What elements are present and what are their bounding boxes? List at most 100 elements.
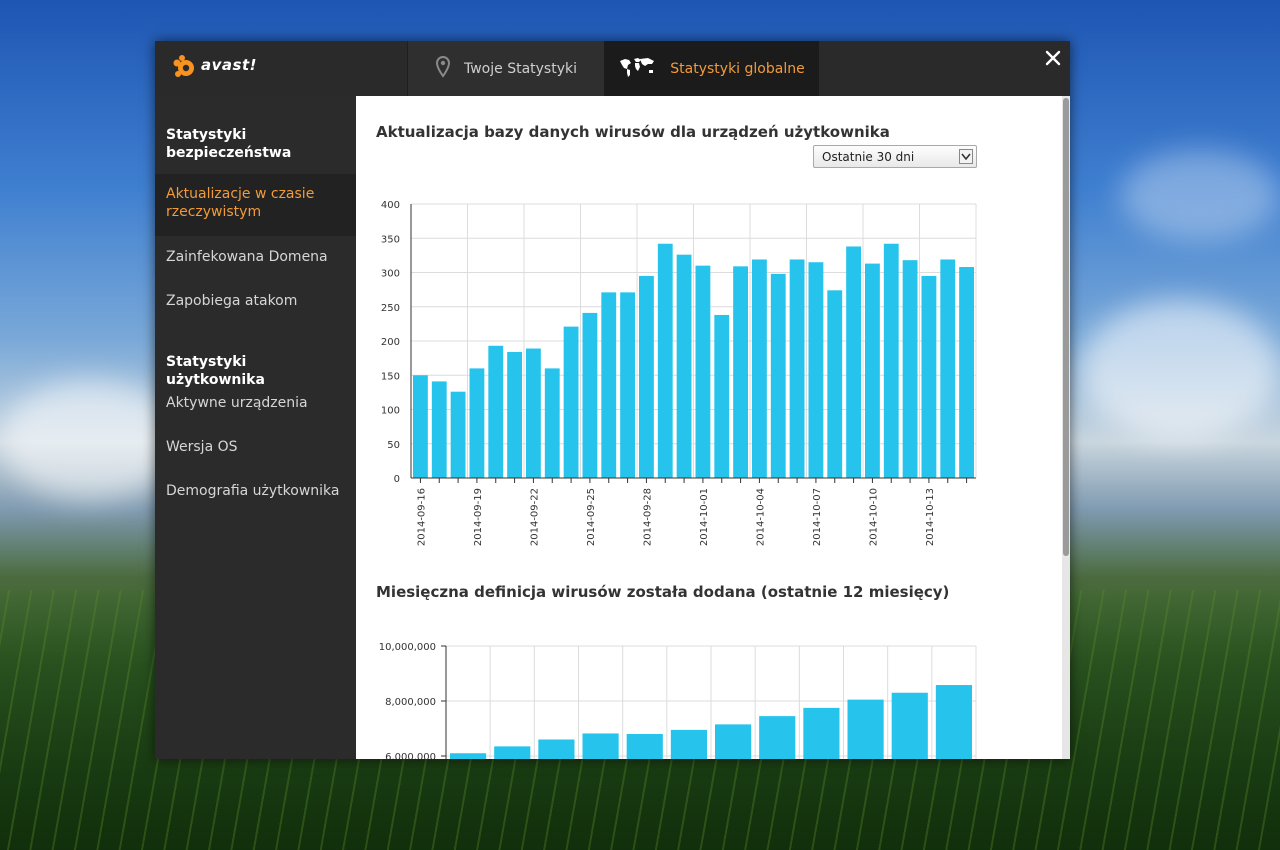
sidebar-item-label: Wersja OS bbox=[166, 439, 238, 455]
sidebar-item-label: Demografia użytkownika bbox=[166, 483, 340, 499]
bar bbox=[733, 266, 748, 478]
bar bbox=[670, 729, 707, 759]
bar bbox=[507, 351, 522, 478]
main-content: Aktualizacja bazy danych wirusów dla urz… bbox=[356, 96, 1070, 759]
bar bbox=[526, 348, 541, 478]
scrollbar[interactable] bbox=[1062, 96, 1070, 759]
bar bbox=[639, 275, 654, 478]
bar bbox=[601, 292, 617, 478]
x-tick-label: 2014-09-19 bbox=[473, 488, 484, 546]
sidebar-item-label: Aktywne urządzenia bbox=[166, 395, 308, 411]
chevron-down-icon bbox=[959, 149, 973, 164]
bar bbox=[803, 707, 840, 759]
x-tick-label: 2014-09-16 bbox=[416, 488, 427, 546]
app-window: avast! Twoje Statystyki Statystyki globa… bbox=[155, 41, 1070, 759]
scrollbar-thumb[interactable] bbox=[1063, 98, 1069, 556]
title-bar: avast! Twoje Statystyki Statystyki globa… bbox=[155, 41, 1070, 97]
bar bbox=[959, 267, 974, 478]
bar bbox=[789, 259, 805, 478]
avast-logo-icon bbox=[173, 55, 194, 77]
sidebar-item-user-demographics[interactable]: Demografia użytkownika bbox=[155, 482, 356, 500]
chart1-title: Aktualizacja bazy danych wirusów dla urz… bbox=[376, 123, 890, 141]
bar bbox=[902, 260, 918, 478]
y-tick-label: 350 bbox=[381, 234, 400, 245]
tab-your-stats-label: Twoje Statystyki bbox=[464, 60, 577, 77]
sidebar-item-os-version[interactable]: Wersja OS bbox=[155, 438, 356, 456]
sidebar-item-realtime-updates[interactable]: Aktualizacje w czasie rzeczywistym bbox=[155, 174, 356, 236]
sidebar-item-label: Zapobiega atakom bbox=[166, 293, 298, 309]
tab-global-stats-label: Statystyki globalne bbox=[670, 60, 805, 77]
x-tick-label: 2014-10-04 bbox=[755, 488, 766, 546]
bar bbox=[450, 391, 466, 478]
range-select-value: Ostatnie 30 dni bbox=[822, 150, 915, 164]
brand-name: avast! bbox=[201, 56, 257, 74]
sidebar-item-label: Zainfekowana Domena bbox=[166, 249, 328, 265]
sidebar-item-attack-prevention[interactable]: Zapobiega atakom bbox=[155, 292, 356, 310]
bar bbox=[676, 254, 692, 478]
bar bbox=[450, 753, 487, 759]
chart1: 0 50 100 150 200 250 300 350 400 2014-09-16 2014-0… bbox=[381, 200, 977, 546]
bar bbox=[883, 243, 899, 478]
y-tick-label: 50 bbox=[387, 440, 400, 451]
y-tick-label: 250 bbox=[381, 303, 400, 314]
bar bbox=[752, 259, 767, 478]
bar bbox=[544, 368, 560, 478]
bar bbox=[563, 326, 579, 478]
bar bbox=[940, 259, 956, 478]
y-tick-label: 8,000,000 bbox=[385, 697, 436, 708]
close-button[interactable] bbox=[1042, 47, 1064, 69]
x-tick-label: 2014-10-07 bbox=[812, 488, 823, 546]
y-tick-label: 400 bbox=[381, 200, 400, 211]
x-tick-label: 2014-10-13 bbox=[925, 488, 936, 546]
x-tick-label: 2014-10-01 bbox=[699, 488, 710, 546]
y-tick-label: 300 bbox=[381, 269, 400, 280]
bar bbox=[891, 692, 928, 759]
bar bbox=[865, 263, 880, 478]
bar bbox=[469, 368, 485, 478]
bar bbox=[538, 739, 575, 759]
y-tick-label: 150 bbox=[381, 371, 400, 382]
bar bbox=[695, 265, 711, 478]
tab-your-stats[interactable]: Twoje Statystyki bbox=[407, 41, 605, 96]
bar bbox=[935, 685, 972, 759]
x-tick-label: 2014-09-22 bbox=[529, 488, 540, 546]
range-select[interactable]: Ostatnie 30 dni bbox=[813, 145, 977, 168]
bar bbox=[582, 733, 619, 759]
bar bbox=[846, 246, 861, 478]
sidebar-item-label: Aktualizacje w czasie rzeczywistym bbox=[166, 186, 315, 220]
bar bbox=[715, 724, 752, 759]
bar bbox=[827, 290, 843, 478]
bar bbox=[620, 292, 635, 478]
bar bbox=[626, 734, 663, 759]
chart2-title: Miesięczna definicja wirusów została dod… bbox=[376, 583, 950, 601]
bar bbox=[847, 699, 884, 759]
close-icon bbox=[1045, 50, 1061, 66]
bar bbox=[921, 275, 937, 478]
sidebar-section-user: Statystyki użytkownika bbox=[166, 354, 265, 388]
sidebar-item-active-devices[interactable]: Aktywne urządzenia bbox=[155, 394, 356, 412]
y-tick-label: 200 bbox=[381, 337, 400, 348]
tab-global-stats[interactable]: Statystyki globalne bbox=[604, 41, 819, 96]
chart2: 6,000,000 8,000,000 10,000,000 bbox=[379, 642, 977, 759]
y-tick-label: 0 bbox=[394, 474, 400, 485]
bar bbox=[657, 243, 673, 478]
sidebar: Statystyki bezpieczeństwa Aktualizacje w… bbox=[155, 96, 356, 759]
bar bbox=[770, 273, 786, 478]
x-tick-label: 2014-09-28 bbox=[642, 488, 653, 546]
bar bbox=[488, 345, 504, 478]
bar bbox=[714, 314, 730, 478]
bar bbox=[431, 381, 447, 478]
bar bbox=[759, 716, 796, 759]
avast-logo: avast! bbox=[173, 53, 283, 83]
world-map-icon bbox=[618, 56, 656, 82]
bar bbox=[413, 375, 428, 478]
bar bbox=[808, 262, 824, 478]
x-tick-label: 2014-10-10 bbox=[868, 488, 879, 546]
bar bbox=[582, 312, 598, 478]
map-pin-icon bbox=[435, 55, 451, 82]
sidebar-item-infected-domain[interactable]: Zainfekowana Domena bbox=[155, 248, 356, 266]
y-tick-label: 10,000,000 bbox=[379, 642, 436, 653]
x-tick-label: 2014-09-25 bbox=[586, 488, 597, 546]
y-tick-label: 6,000,000 bbox=[385, 752, 436, 759]
bar bbox=[494, 746, 531, 759]
